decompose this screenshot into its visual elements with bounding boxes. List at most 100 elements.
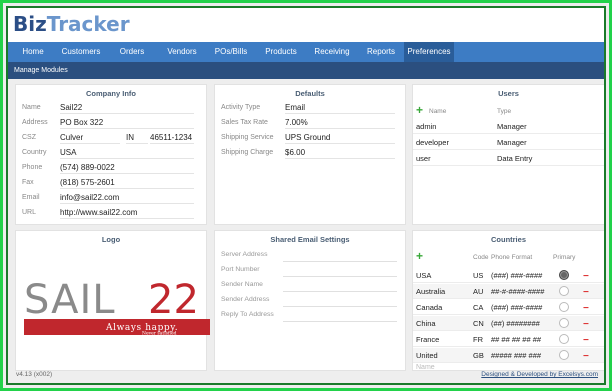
primary-radio[interactable] <box>559 302 569 312</box>
countries-panel: Countries + Code Phone Format Primary US… <box>412 230 604 371</box>
table-row[interactable]: Canada CA (###) ###-#### − <box>413 300 604 315</box>
table-row[interactable]: Australia AU ##-#-####-#### − <box>413 284 604 299</box>
country-name: Australia <box>416 287 446 296</box>
csz-label: CSZ <box>22 134 36 141</box>
city-field[interactable]: Culver <box>60 132 120 144</box>
country-code: CA <box>473 303 484 312</box>
main-nav: Home Customers Orders Vendors POs/Bills … <box>8 42 604 62</box>
sales-tax-label: Sales Tax Rate <box>221 119 268 126</box>
table-row[interactable]: France FR ## ## ## ## ## − <box>413 332 604 347</box>
name-label: Name <box>22 104 41 111</box>
email-label: Email <box>22 194 40 201</box>
panel-title: Shared Email Settings <box>270 235 350 244</box>
window-frame: BizTracker Home Customers Orders Vendors… <box>0 0 612 391</box>
table-row[interactable]: USA US (###) ###-#### − <box>413 268 604 283</box>
primary-radio[interactable] <box>559 286 569 296</box>
url-field[interactable]: http://www.sail22.com <box>60 207 194 219</box>
user-type: Manager <box>497 138 527 147</box>
app-logo[interactable]: BizTracker <box>13 12 130 36</box>
sales-tax-field[interactable]: 7.00% <box>285 117 395 129</box>
col-type: Type <box>497 108 512 115</box>
remove-icon[interactable]: − <box>583 303 589 314</box>
address-field[interactable]: PO Box 322 <box>60 117 194 129</box>
nav-reports[interactable]: Reports <box>360 42 402 62</box>
shipping-charge-field[interactable]: $6.00 <box>285 147 395 159</box>
header: BizTracker <box>8 8 604 42</box>
remove-icon[interactable]: − <box>583 319 589 330</box>
defaults-panel: Defaults Activity Type Email Sales Tax R… <box>214 84 406 225</box>
nav-customers[interactable]: Customers <box>56 42 106 62</box>
sender-name-label: Sender Name <box>221 281 263 288</box>
server-address-label: Server Address <box>221 251 268 258</box>
panel-title: Users <box>498 89 519 98</box>
sender-address-field[interactable] <box>283 306 397 307</box>
nav-vendors[interactable]: Vendors <box>160 42 204 62</box>
company-name-field[interactable]: Sail22 <box>60 102 194 114</box>
nav-receiving[interactable]: Receiving <box>308 42 356 62</box>
fax-label: Fax <box>22 179 34 186</box>
table-row[interactable]: China CN (##) ######## − <box>413 316 604 331</box>
email-settings-panel: Shared Email Settings Server Address Por… <box>214 230 406 371</box>
port-number-field[interactable] <box>283 276 397 277</box>
sender-name-field[interactable] <box>283 291 397 292</box>
shipping-charge-label: Shipping Charge <box>221 149 274 156</box>
add-user-icon[interactable]: + <box>416 104 423 116</box>
logo-text-22: 22 <box>148 277 199 323</box>
fax-field[interactable]: (818) 575-2601 <box>60 177 194 189</box>
panel-title: Defaults <box>295 89 325 98</box>
phone-format: (##) ######## <box>491 319 540 328</box>
zip-field[interactable]: 46511-1234 <box>150 132 194 144</box>
nav-products[interactable]: Products <box>258 42 304 62</box>
credit-link[interactable]: Designed & Developed by Excelsys.com <box>481 371 598 378</box>
remove-icon[interactable]: − <box>583 335 589 346</box>
nav-home[interactable]: Home <box>16 42 50 62</box>
panel-title: Countries <box>490 235 526 244</box>
reply-to-label: Reply To Address <box>221 311 274 318</box>
table-row[interactable]: admin Manager <box>413 119 604 134</box>
add-country-icon[interactable]: + <box>416 250 423 262</box>
company-logo-image[interactable]: SAIL 22 Always happy. Never satisfied <box>24 277 210 337</box>
logo-text-sail: SAIL <box>24 277 116 323</box>
company-info-panel: Company Info Name Sail22 Address PO Box … <box>15 84 207 225</box>
country-label: Country <box>22 149 47 156</box>
user-name: admin <box>416 122 437 131</box>
server-address-field[interactable] <box>283 261 397 262</box>
remove-icon[interactable]: − <box>583 351 589 362</box>
country-name: USA <box>416 271 432 280</box>
reply-to-field[interactable] <box>283 321 397 322</box>
subnav-manage-modules[interactable]: Manage Modules <box>14 62 68 79</box>
remove-icon[interactable]: − <box>583 287 589 298</box>
primary-radio[interactable] <box>559 350 569 360</box>
user-name: user <box>416 154 431 163</box>
email-field[interactable]: info@sail22.com <box>60 192 194 204</box>
country-name: France <box>416 335 440 344</box>
country-code: US <box>473 271 484 280</box>
country-code: GB <box>473 351 484 360</box>
activity-type-label: Activity Type <box>221 104 261 111</box>
country-field[interactable]: USA <box>60 147 194 159</box>
nav-pos-bills[interactable]: POs/Bills <box>208 42 254 62</box>
primary-radio[interactable] <box>559 318 569 328</box>
url-label: URL <box>22 209 37 216</box>
remove-icon[interactable]: − <box>583 271 589 282</box>
brand-part2: Tracker <box>46 12 130 36</box>
phone-format: ##### ### ### <box>491 351 542 360</box>
nav-preferences[interactable]: Preferences <box>404 42 454 62</box>
user-type: Data Entry <box>497 154 533 163</box>
phone-format: (###) ###-#### <box>491 303 543 312</box>
activity-type-select[interactable]: Email <box>285 102 395 114</box>
primary-radio[interactable] <box>559 334 569 344</box>
user-name: developer <box>416 138 449 147</box>
table-row[interactable]: user Data Entry <box>413 151 604 166</box>
phone-label: Phone <box>22 164 43 171</box>
shipping-service-select[interactable]: UPS Ground <box>285 132 395 144</box>
users-panel: Users + Name Type admin Manager develope… <box>412 84 604 225</box>
logo-panel: Logo SAIL 22 Always happy. Never satisfi… <box>15 230 210 371</box>
nav-orders[interactable]: Orders <box>112 42 152 62</box>
phone-field[interactable]: (574) 889-0022 <box>60 162 194 174</box>
table-row[interactable]: developer Manager <box>413 135 604 150</box>
state-field[interactable]: IN <box>126 132 148 144</box>
primary-radio[interactable] <box>559 270 569 280</box>
table-row[interactable]: United GB ##### ### ### − <box>413 348 604 363</box>
logo-tagline-small: Never satisfied <box>142 331 177 337</box>
